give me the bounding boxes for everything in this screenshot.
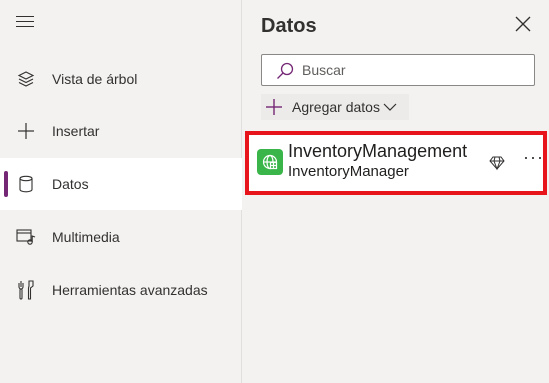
- nav-item-label: Insertar: [52, 123, 100, 139]
- search-box[interactable]: [261, 54, 535, 86]
- datasource-item[interactable]: InventoryManagement InventoryManager ···: [245, 131, 547, 195]
- nav-item-label: Datos: [52, 176, 89, 192]
- app-window: Vista de árbol Insertar Datos Multimedia…: [0, 0, 549, 383]
- media-icon: [16, 227, 36, 247]
- close-icon[interactable]: [515, 16, 531, 32]
- nav-item-multimedia[interactable]: Multimedia: [0, 211, 242, 263]
- tools-icon: [16, 280, 36, 300]
- dataverse-table-icon: [257, 149, 283, 175]
- panel-title: Datos: [261, 15, 317, 37]
- premium-diamond-icon: [489, 155, 505, 171]
- left-rail: Vista de árbol Insertar Datos Multimedia…: [0, 0, 242, 383]
- search-icon: [276, 62, 294, 80]
- nav-item-label: Vista de árbol: [52, 71, 138, 87]
- hamburger-menu-icon[interactable]: [16, 16, 38, 32]
- nav-item-insert[interactable]: Insertar: [0, 105, 242, 157]
- datasource-subtitle: InventoryManager: [288, 163, 409, 180]
- layers-icon: [16, 69, 36, 89]
- nav-item-advanced-tools[interactable]: Herramientas avanzadas: [0, 264, 242, 316]
- add-data-button[interactable]: Agregar datos: [261, 94, 409, 120]
- plus-icon: [16, 121, 36, 141]
- add-data-label: Agregar datos: [292, 99, 380, 115]
- plus-icon: [265, 98, 283, 116]
- nav-item-tree-view[interactable]: Vista de árbol: [0, 53, 242, 105]
- search-input[interactable]: [302, 55, 528, 85]
- nav-item-data[interactable]: Datos: [0, 158, 242, 210]
- data-panel: Datos Agregar datos: [243, 0, 549, 383]
- chevron-down-icon: [383, 100, 397, 114]
- datasource-name: InventoryManagement: [288, 141, 468, 161]
- database-icon: [16, 174, 36, 194]
- nav-item-label: Multimedia: [52, 229, 120, 245]
- nav-item-label: Herramientas avanzadas: [52, 282, 208, 298]
- more-options-icon[interactable]: ···: [523, 147, 544, 168]
